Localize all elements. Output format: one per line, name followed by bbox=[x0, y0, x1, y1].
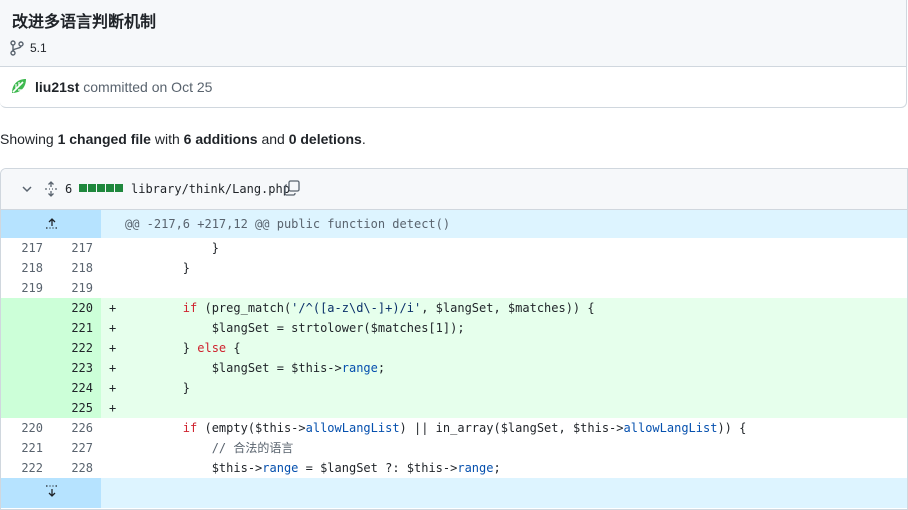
diff-sign: + bbox=[109, 381, 117, 395]
expand-bottom-row bbox=[1, 478, 907, 508]
code-line: $langSet = $this->range; bbox=[125, 361, 386, 375]
diff-line-context: 222 228 $this->range = $langSet ?: $this-… bbox=[1, 458, 907, 478]
old-line-number[interactable] bbox=[1, 318, 43, 338]
diff-summary: Showing 1 changed file with 6 additions … bbox=[0, 131, 366, 147]
old-line-number[interactable]: 222 bbox=[1, 458, 43, 478]
code-line: $langSet = strtolower($matches[1]); bbox=[125, 321, 465, 335]
old-line-number[interactable]: 221 bbox=[1, 438, 43, 458]
code-line: $this->range = $langSet ?: $this->range; bbox=[125, 461, 501, 475]
new-line-number[interactable]: 220 bbox=[51, 298, 93, 318]
old-line-number[interactable]: 219 bbox=[1, 278, 43, 298]
author-text: liu21st committed on Oct 25 bbox=[35, 79, 212, 95]
diff-sign: + bbox=[109, 361, 117, 375]
commit-title: 改进多语言判断机制 bbox=[12, 12, 157, 31]
branch-row[interactable]: 5.1 bbox=[10, 40, 47, 56]
diff-line-context: 217 217 } bbox=[1, 238, 907, 258]
new-line-number[interactable]: 228 bbox=[51, 458, 93, 478]
new-line-number[interactable]: 225 bbox=[51, 398, 93, 418]
diff-line-added: 223 + $langSet = $this->range; bbox=[1, 358, 907, 378]
diff-line-context: 219 219 bbox=[1, 278, 907, 298]
new-line-number[interactable]: 224 bbox=[51, 378, 93, 398]
old-line-number[interactable] bbox=[1, 378, 43, 398]
git-branch-icon bbox=[10, 40, 24, 56]
summary-and: and bbox=[261, 131, 285, 147]
file-change-count: 6 bbox=[65, 182, 73, 196]
code-line: if (empty($this->allowLangList) || in_ar… bbox=[182, 421, 747, 435]
diff-sign: + bbox=[109, 301, 117, 315]
hunk-header-row: @@ -217,6 +217,12 @@ public function det… bbox=[1, 210, 907, 238]
code-line: } bbox=[125, 241, 219, 255]
commit-header: 改进多语言判断机制 5.1 bbox=[0, 0, 907, 67]
code-line: if (preg_match('/^([a-z\d\-]+)/i', $lang… bbox=[182, 301, 595, 315]
new-line-number[interactable]: 222 bbox=[51, 338, 93, 358]
hunk-header: @@ -217,6 +217,12 @@ public function det… bbox=[125, 217, 451, 231]
diff-line-context: 220 226 if (empty($this->allowLangList) |… bbox=[1, 418, 907, 438]
diffstat-blocks bbox=[79, 184, 123, 192]
old-line-number[interactable] bbox=[1, 338, 43, 358]
code-line: } bbox=[125, 381, 191, 395]
diff-line-context: 221 227 // 合法的语言 bbox=[1, 438, 907, 458]
expand-up-icon bbox=[46, 218, 57, 229]
chevron-down-icon[interactable] bbox=[21, 183, 33, 195]
expand-down-button[interactable] bbox=[1, 478, 101, 508]
diff-line-added: 224 + } bbox=[1, 378, 907, 398]
new-line-number[interactable]: 219 bbox=[51, 278, 93, 298]
summary-with: with bbox=[154, 131, 180, 147]
old-line-number[interactable]: 220 bbox=[1, 418, 43, 438]
diff-sign: + bbox=[109, 321, 117, 335]
code-line: } else { bbox=[125, 341, 241, 355]
diff-sign: + bbox=[109, 341, 117, 355]
diff-line-added: 220 + if (preg_match('/^([a-z\d\-]+)/i', … bbox=[1, 298, 907, 318]
old-line-number[interactable] bbox=[1, 398, 43, 418]
diff-line-context: 218 218 } bbox=[1, 258, 907, 278]
summary-prefix: Showing bbox=[0, 131, 54, 147]
new-line-number[interactable]: 223 bbox=[51, 358, 93, 378]
expand-down-icon bbox=[46, 485, 57, 497]
new-line-number[interactable]: 218 bbox=[51, 258, 93, 278]
new-line-number[interactable]: 217 bbox=[51, 238, 93, 258]
file-header: 6 library/think/Lang.php bbox=[1, 169, 907, 210]
diff-sign: + bbox=[109, 401, 117, 415]
new-line-number[interactable]: 227 bbox=[51, 438, 93, 458]
file-diff: 6 library/think/Lang.php @@ -217,6 +217,… bbox=[0, 168, 908, 510]
summary-deletions: 0 deletions bbox=[288, 131, 362, 147]
author-name[interactable]: liu21st bbox=[35, 79, 79, 95]
new-line-number[interactable]: 226 bbox=[51, 418, 93, 438]
committed-text: committed on Oct 25 bbox=[83, 79, 213, 95]
unfold-icon[interactable] bbox=[44, 181, 58, 197]
code-line: } bbox=[125, 261, 191, 275]
leaf-avatar-icon[interactable] bbox=[9, 76, 29, 96]
code-line: // 合法的语言 bbox=[125, 441, 294, 455]
expand-up-button[interactable] bbox=[1, 210, 101, 238]
old-line-number[interactable] bbox=[1, 298, 43, 318]
old-line-number[interactable] bbox=[1, 358, 43, 378]
diff-line-added: 221 + $langSet = strtolower($matches[1]); bbox=[1, 318, 907, 338]
diff-line-added: 225 + bbox=[1, 398, 907, 418]
diff-line-added: 222 + } else { bbox=[1, 338, 907, 358]
summary-period: . bbox=[361, 131, 366, 147]
diff-lines: 217 217 } 218 218 } 219 219 220 + if (preg_matc… bbox=[1, 238, 907, 478]
copy-icon[interactable] bbox=[284, 180, 300, 196]
old-line-number[interactable]: 218 bbox=[1, 258, 43, 278]
summary-additions: 6 additions bbox=[183, 131, 258, 147]
author-row: liu21st committed on Oct 25 bbox=[0, 67, 907, 108]
summary-changed-files[interactable]: 1 changed file bbox=[58, 131, 151, 147]
file-path[interactable]: library/think/Lang.php bbox=[131, 182, 290, 196]
new-line-number[interactable]: 221 bbox=[51, 318, 93, 338]
old-line-number[interactable]: 217 bbox=[1, 238, 43, 258]
branch-name[interactable]: 5.1 bbox=[30, 41, 47, 55]
